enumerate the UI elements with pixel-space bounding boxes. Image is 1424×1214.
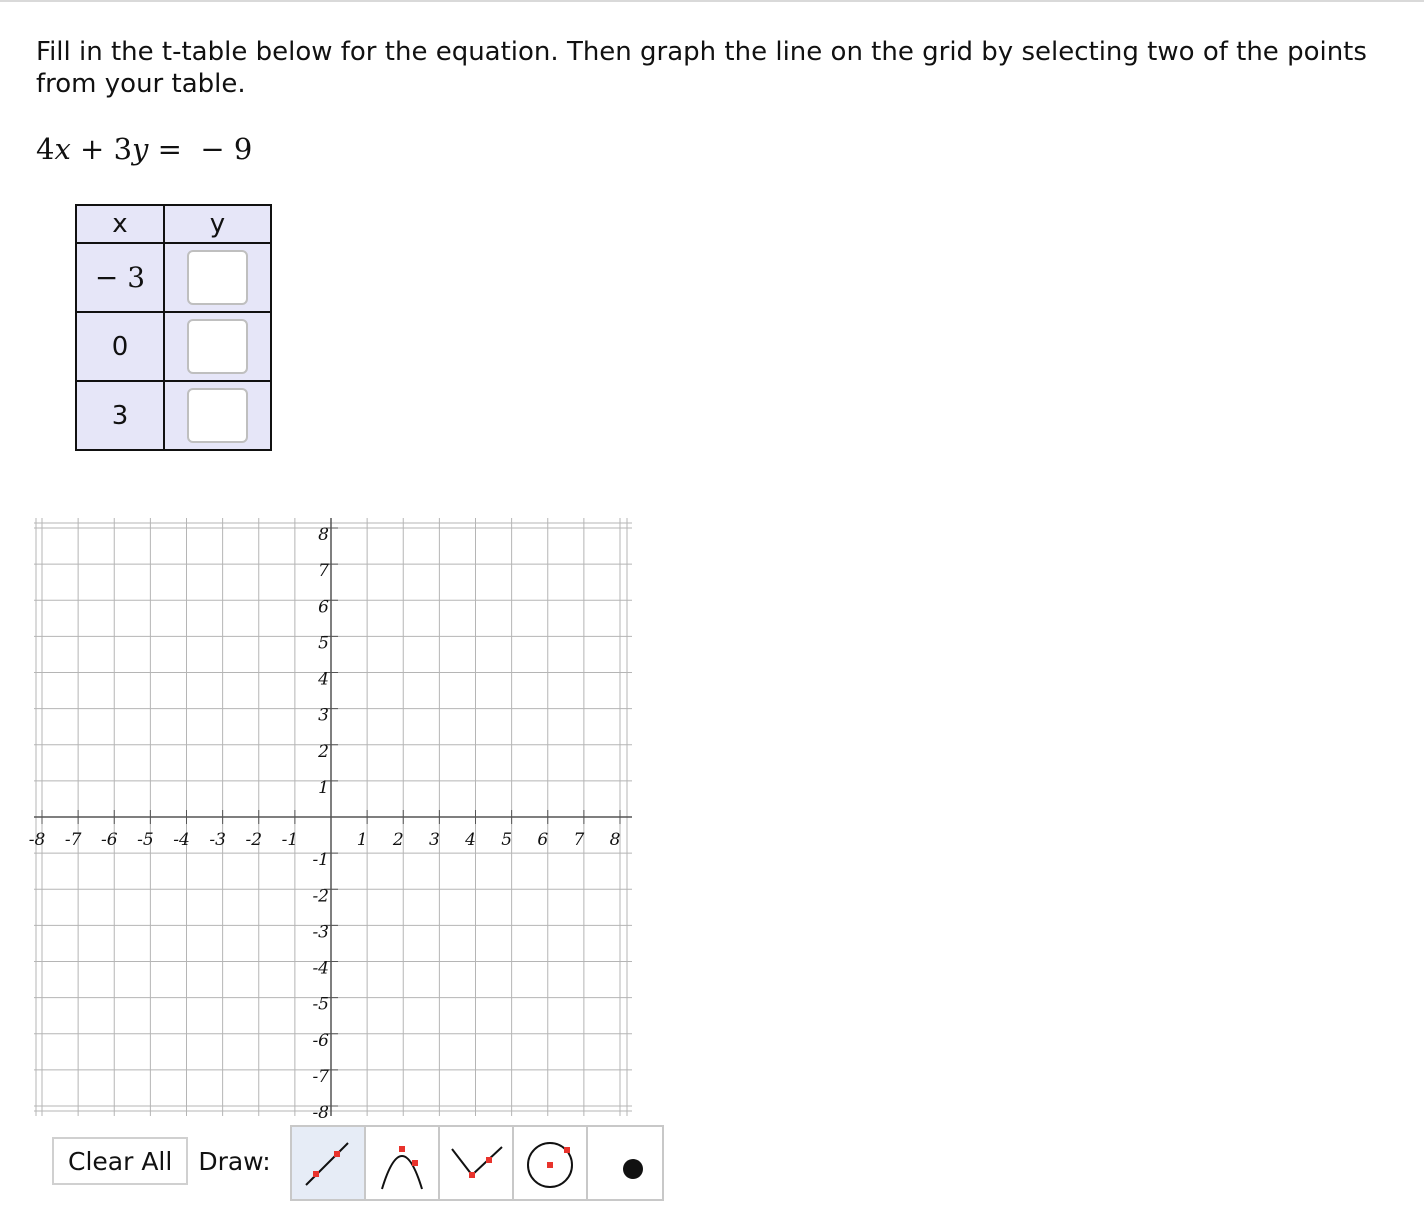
x-tick-label: -8 — [29, 830, 46, 850]
x-tick-label: 5 — [501, 830, 512, 850]
y-tick-label: 1 — [318, 778, 329, 798]
y-tick-label: -7 — [312, 1067, 329, 1087]
y-tick-label: 3 — [318, 706, 329, 726]
x-tick-label: -1 — [282, 830, 299, 850]
x-tick-label: 4 — [464, 830, 476, 850]
y-tick-label: -1 — [312, 850, 329, 870]
x-tick-label: 1 — [357, 830, 368, 850]
circle-tool-button[interactable] — [514, 1127, 588, 1199]
y-tick-label: -5 — [312, 995, 329, 1015]
y-tick-label: 7 — [318, 561, 329, 581]
x-tick-label: -6 — [101, 830, 118, 850]
y-tick-label: -6 — [312, 1031, 329, 1051]
y-tick-label: -2 — [312, 886, 329, 906]
point-icon — [623, 1159, 643, 1179]
draw-tool-group — [290, 1125, 664, 1201]
circle-icon — [527, 1142, 573, 1188]
x-tick-label: -7 — [65, 830, 82, 850]
x-tick-label: 8 — [610, 830, 621, 850]
x-tick-label: -5 — [137, 830, 154, 850]
x-tick-label: -3 — [209, 830, 226, 850]
parabola-tool-button[interactable] — [366, 1127, 440, 1199]
y-tick-label: 6 — [318, 597, 329, 617]
y-tick-label: 4 — [317, 670, 329, 690]
line-icon — [305, 1142, 349, 1186]
x-tick-label: -2 — [245, 830, 262, 850]
y-tick-label: 2 — [317, 742, 329, 762]
absolute-value-tool-button[interactable] — [440, 1127, 514, 1199]
line-tool-button[interactable] — [292, 1127, 366, 1199]
draw-label: Draw: — [198, 1146, 271, 1176]
clear-all-button[interactable]: Clear All — [52, 1137, 189, 1185]
y-tick-label: 5 — [318, 633, 329, 653]
y-tick-label: -3 — [312, 922, 329, 942]
x-tick-label: 3 — [429, 830, 440, 850]
parabola-icon — [381, 1146, 423, 1190]
coordinate-grid[interactable]: -8 -7 -6 -5 -4 -3 -2 -1 1 2 3 4 5 6 7 8 8 7 6 5 4 3 2 1 -1 -2 -3 -4… — [0, 0, 1424, 1120]
y-tick-label: -8 — [312, 1103, 329, 1120]
absolute-value-icon — [451, 1146, 503, 1178]
x-tick-label: 6 — [537, 830, 548, 850]
y-tick-label: -4 — [312, 959, 329, 979]
x-tick-label: -4 — [173, 830, 190, 850]
graph-toolbar: Clear All Draw: — [52, 1137, 281, 1185]
point-tool-button[interactable] — [588, 1127, 662, 1199]
y-tick-label: 8 — [318, 525, 329, 545]
x-tick-label: 7 — [573, 830, 584, 850]
x-tick-label: 2 — [392, 830, 404, 850]
